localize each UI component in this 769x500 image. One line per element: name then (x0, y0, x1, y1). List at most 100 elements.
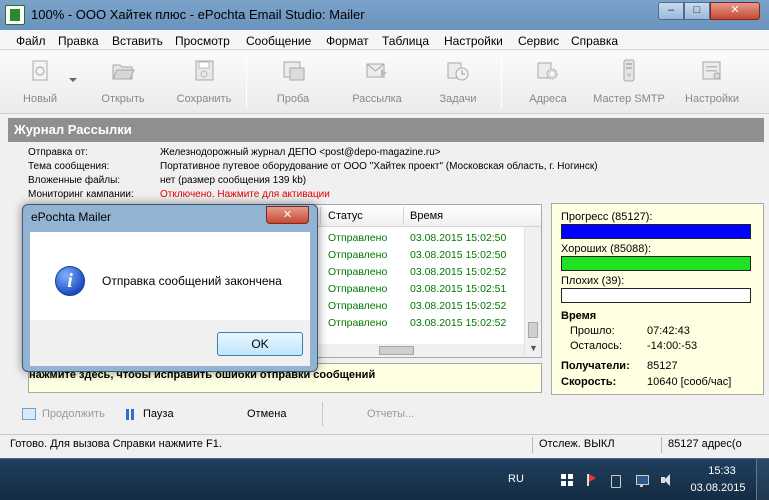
row-status: Отправлено (328, 317, 388, 329)
speed-label: Скорость: (561, 376, 617, 388)
mailing-envelope-icon (364, 59, 390, 83)
speed-value: 10640 [сооб/час] (647, 376, 732, 388)
cancel-button[interactable]: Отмена (247, 408, 286, 420)
row-time: 03.08.2015 15:02:52 (410, 300, 507, 312)
menu-view[interactable]: Просмотр (175, 34, 230, 48)
remaining-label: Осталось: (570, 340, 623, 352)
recipients-label: Получатели: (561, 360, 630, 372)
test-button[interactable]: Проба (265, 53, 321, 111)
smtp-server-icon (616, 59, 642, 83)
action-center-flag-icon[interactable] (560, 473, 574, 487)
row-time: 03.08.2015 15:02:50 (410, 232, 507, 244)
menu-file[interactable]: Файл (16, 34, 46, 48)
save-button[interactable]: Сохранить (172, 53, 236, 111)
scroll-down-icon[interactable]: ▼ (525, 340, 541, 357)
campaign-actions: Продолжить Пауза Отмена Отчеты... (0, 399, 769, 431)
stats-panel: Прогресс (85127): Хороших (85088): Плохи… (551, 203, 764, 395)
title-bar[interactable]: 100% - ООО Хайтек плюс - ePochta Email S… (0, 0, 769, 30)
show-desktop-button[interactable] (756, 459, 769, 500)
from-label: Отправка от: (28, 147, 88, 158)
toolbar-separator (246, 56, 247, 108)
vertical-scrollbar[interactable]: ▼ (524, 227, 541, 357)
volume-icon[interactable] (660, 473, 674, 487)
open-button[interactable]: Открыть (93, 53, 153, 111)
clock-time[interactable]: 15:33 (697, 465, 747, 477)
menu-message[interactable]: Сообщение (246, 34, 311, 48)
open-label: Открыть (101, 93, 145, 105)
menu-format[interactable]: Формат (326, 34, 369, 48)
actions-separator (322, 402, 323, 426)
menu-help[interactable]: Справка (571, 34, 618, 48)
addresses-gear-icon (535, 59, 561, 83)
test-label: Проба (276, 93, 310, 105)
progress-fill (562, 225, 750, 238)
new-dropdown-arrow-icon[interactable] (69, 78, 77, 82)
new-document-icon (27, 59, 53, 83)
remaining-value: -14:00:-53 (647, 340, 698, 352)
menu-insert[interactable]: Вставить (112, 34, 163, 48)
addresses-label: Адреса (529, 93, 567, 105)
settings-gear-icon (699, 59, 725, 83)
monitoring-label: Мониторинг кампании: (28, 189, 134, 200)
smtp-wizard-button[interactable]: Мастер SMTP (591, 53, 667, 111)
horizontal-scrollbar[interactable] (319, 344, 524, 357)
save-label: Сохранить (176, 93, 232, 105)
from-value: Железнодорожный журнал ДЕПО <post@depo-m… (160, 147, 441, 158)
dialog-title: ePochta Mailer (31, 210, 112, 224)
close-button[interactable]: ✕ (710, 2, 760, 20)
column-time[interactable]: Время (410, 210, 443, 222)
new-button[interactable]: Новый (12, 53, 68, 111)
folder-open-icon (110, 59, 136, 83)
subject-value: Портативное путевое оборудование от ООО … (160, 161, 598, 172)
elapsed-label: Прошло: (570, 325, 615, 337)
scrollbar-thumb[interactable] (379, 346, 414, 355)
continue-icon (22, 408, 36, 420)
progress-bar (561, 224, 751, 239)
taskbar: RU 15:33 03.08.2015 (0, 458, 769, 500)
settings-label: Настройки (685, 93, 739, 105)
journal-title: Журнал Рассылки (14, 122, 132, 137)
tasks-button[interactable]: Задачи (432, 53, 484, 111)
row-time: 03.08.2015 15:02:51 (410, 283, 507, 295)
column-divider[interactable] (403, 207, 404, 225)
menu-service[interactable]: Сервис (518, 34, 559, 48)
row-status: Отправлено (328, 266, 388, 278)
continue-label: Продолжить (42, 408, 105, 420)
maximize-button[interactable]: □ (684, 2, 710, 20)
campaign-info: Отправка от: Железнодорожный журнал ДЕПО… (0, 145, 769, 201)
row-time: 03.08.2015 15:02:52 (410, 317, 507, 329)
column-status[interactable]: Статус (328, 210, 363, 222)
ok-button[interactable]: OK (217, 332, 303, 356)
bad-bar (561, 288, 751, 303)
row-status: Отправлено (328, 283, 388, 295)
reports-button[interactable]: Отчеты... (367, 408, 414, 420)
tasks-clock-icon (445, 59, 471, 83)
addresses-button[interactable]: Адреса (520, 53, 576, 111)
toolbar-separator (501, 56, 502, 108)
menu-settings[interactable]: Настройки (444, 34, 503, 48)
mailer-dialog: ePochta Mailer ✕ i Отправка сообщений за… (22, 204, 318, 372)
mailing-label: Рассылка (352, 93, 402, 105)
minimize-button[interactable]: – (658, 2, 684, 20)
menu-bar: Файл Правка Вставить Просмотр Сообщение … (0, 30, 769, 50)
column-divider[interactable] (320, 207, 321, 225)
tray-flag-arrow-icon[interactable] (584, 473, 598, 487)
status-bar: Готово. Для вызова Справки нажмите F1. О… (0, 434, 769, 454)
menu-edit[interactable]: Правка (58, 34, 99, 48)
scrollbar-thumb[interactable] (528, 322, 538, 338)
settings-button[interactable]: Настройки (680, 53, 744, 111)
save-disk-icon (191, 59, 217, 83)
mailing-button[interactable]: Рассылка (346, 53, 408, 111)
menu-table[interactable]: Таблица (382, 34, 429, 48)
status-separator (661, 437, 662, 453)
attachments-value: нет (размер сообщения 139 kb) (160, 175, 307, 186)
power-icon[interactable] (609, 473, 623, 488)
language-indicator[interactable]: RU (508, 473, 524, 485)
test-send-icon (280, 59, 306, 83)
good-label: Хороших (85088): (561, 243, 652, 255)
network-icon[interactable] (635, 473, 649, 487)
clock-date[interactable]: 03.08.2015 (685, 482, 751, 494)
monitoring-activate-link[interactable]: Отключено. Нажмите для активации (160, 189, 330, 200)
dialog-close-button[interactable]: ✕ (266, 206, 309, 224)
tasks-label: Задачи (439, 93, 477, 105)
